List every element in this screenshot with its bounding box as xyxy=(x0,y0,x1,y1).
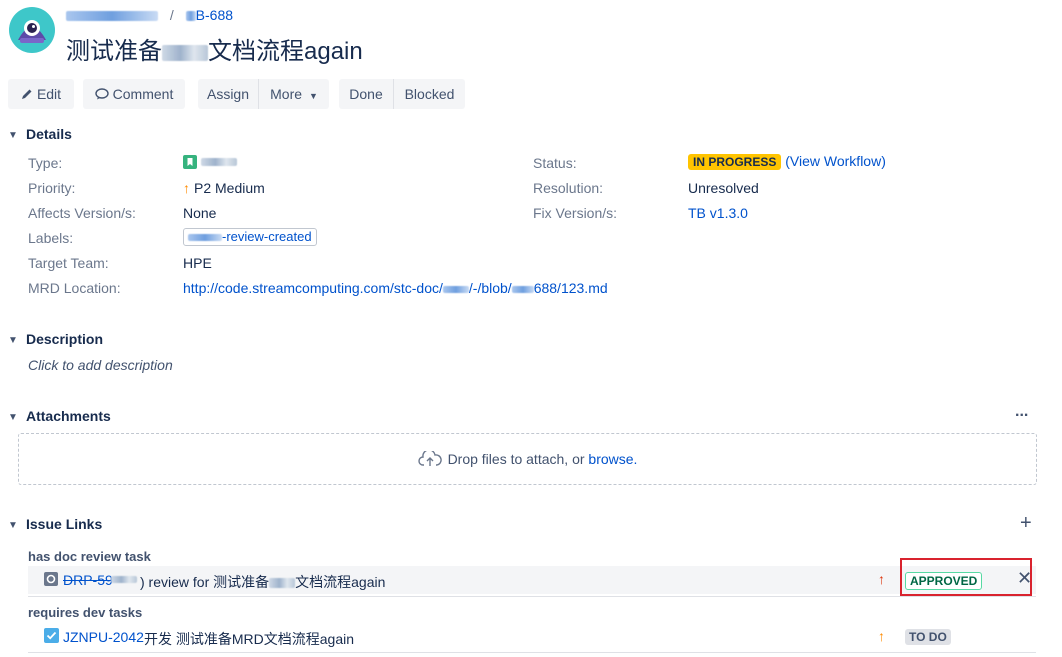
label-tag-text: -review-created xyxy=(222,229,312,244)
priority-medium-icon: ↑ xyxy=(878,628,885,644)
fix-version-link[interactable]: TB v1.3.0 xyxy=(688,205,748,221)
status-value: IN PROGRESS (View Workflow) xyxy=(688,153,886,170)
summary-suffix: 文档流程again xyxy=(208,38,363,65)
details-section-toggle[interactable]: ▼ Details xyxy=(8,126,72,142)
details-heading: Details xyxy=(26,126,72,142)
bookmark-icon xyxy=(183,155,197,170)
issue-links-section-toggle[interactable]: ▼ Issue Links xyxy=(8,516,102,532)
issue-links-heading: Issue Links xyxy=(26,516,103,532)
resolution-label: Resolution: xyxy=(533,180,604,196)
type-value[interactable] xyxy=(183,153,237,170)
target-team-value[interactable]: HPE xyxy=(183,255,212,271)
summary-prefix: 测试准备 xyxy=(66,38,162,65)
subtask-icon xyxy=(44,572,58,586)
mrd-location-link[interactable]: http://code.streamcomputing.com/stc-doc/… xyxy=(183,280,608,296)
linked-title-redacted xyxy=(111,576,137,583)
linked-issue-title[interactable]: ) review for 测试准备 文档流程again xyxy=(140,572,385,592)
cloud-upload-icon xyxy=(417,449,442,470)
pencil-icon xyxy=(21,80,33,110)
type-name-redacted xyxy=(201,158,237,167)
attachments-more-button[interactable]: ... xyxy=(1015,403,1028,421)
linked-title-part: ) review for 测试准备 xyxy=(140,574,270,590)
done-label: Done xyxy=(349,86,383,102)
drop-text-row: Drop files to attach, or browse. xyxy=(19,449,1036,470)
breadcrumb: / B-688 xyxy=(66,7,233,23)
chevron-down-icon: ▼ xyxy=(8,411,18,423)
done-button[interactable]: Done xyxy=(339,79,393,109)
priority-high-icon: ↑ xyxy=(878,571,885,587)
mrd-url-redacted xyxy=(511,285,534,293)
issue-key-blur xyxy=(185,11,196,22)
project-avatar[interactable] xyxy=(8,6,56,54)
mrd-url-part: /-/blob/ xyxy=(468,280,512,296)
issue-link-row[interactable]: JZNPU-2042 开发 测试准备MRD文档流程again ↑ TO DO xyxy=(28,623,1036,651)
row-divider xyxy=(28,652,1036,653)
chevron-down-icon: ▼ xyxy=(308,91,318,101)
description-heading: Description xyxy=(26,331,104,347)
linked-issue-title[interactable]: 开发 测试准备MRD文档流程again xyxy=(144,629,354,649)
assign-label: Assign xyxy=(206,86,250,102)
labels-label: Labels: xyxy=(28,230,74,246)
todo-status-badge: TO DO xyxy=(905,629,951,645)
mrd-url-redacted xyxy=(442,285,469,293)
affects-version-label: Affects Version/s: xyxy=(28,205,136,221)
linked-title-redacted xyxy=(269,578,296,589)
affects-version-value[interactable]: None xyxy=(183,205,216,221)
highlight-annotation-box xyxy=(900,558,1032,596)
arrow-up-icon: ↑ xyxy=(183,180,190,196)
drop-files-text: Drop files to attach, or xyxy=(447,451,585,468)
issue-summary[interactable]: 测试准备 文档流程again xyxy=(66,31,363,66)
attachment-dropzone[interactable]: Drop files to attach, or browse. xyxy=(18,433,1037,485)
issue-key-link[interactable]: B-688 xyxy=(196,7,233,23)
breadcrumb-separator: / xyxy=(169,7,174,23)
chevron-down-icon: ▼ xyxy=(8,129,18,141)
blocked-button[interactable]: Blocked xyxy=(394,79,465,109)
edit-label: Edit xyxy=(36,86,62,102)
comment-label: Comment xyxy=(112,86,174,102)
checkbox-task-icon xyxy=(44,628,59,643)
linked-issue-key[interactable]: DRP-59 xyxy=(63,572,113,588)
edit-button[interactable]: Edit xyxy=(8,79,74,109)
add-link-button[interactable]: + xyxy=(1020,512,1032,535)
mrd-url-part: http://code.streamcomputing.com/stc-doc/ xyxy=(183,280,443,296)
description-placeholder[interactable]: Click to add description xyxy=(28,357,173,373)
comment-icon xyxy=(94,80,109,110)
assign-button[interactable]: Assign xyxy=(198,79,258,109)
label-tag[interactable]: -review-created xyxy=(183,228,317,246)
priority-label: Priority: xyxy=(28,180,76,196)
status-badge: IN PROGRESS xyxy=(688,154,782,170)
row-divider xyxy=(28,596,1036,597)
view-workflow-link[interactable]: (View Workflow) xyxy=(785,153,886,169)
chevron-down-icon: ▼ xyxy=(8,334,18,346)
blocked-label: Blocked xyxy=(404,86,455,102)
attachments-heading: Attachments xyxy=(26,408,111,424)
link-relation-heading: requires dev tasks xyxy=(28,605,143,620)
linked-issue-key[interactable]: JZNPU-2042 xyxy=(63,629,144,645)
issue-link-row[interactable]: DRP-59 ) review for 测试准备 文档流程again ↑ APPR… xyxy=(28,566,1036,594)
comment-button[interactable]: Comment xyxy=(83,79,185,109)
browse-link[interactable]: browse. xyxy=(588,451,637,467)
target-team-label: Target Team: xyxy=(28,255,109,271)
description-section-toggle[interactable]: ▼ Description xyxy=(8,331,103,347)
label-redacted xyxy=(188,234,222,242)
priority-value[interactable]: ↑ P2 Medium xyxy=(183,180,265,196)
fix-version-label: Fix Version/s: xyxy=(533,205,618,221)
summary-redacted xyxy=(162,44,208,61)
chevron-down-icon: ▼ xyxy=(8,519,18,531)
project-name-link[interactable] xyxy=(66,11,158,22)
link-relation-heading: has doc review task xyxy=(28,549,151,564)
more-button[interactable]: More ▼ xyxy=(259,79,329,109)
attachments-section-toggle[interactable]: ▼ Attachments xyxy=(8,408,111,424)
labels-value[interactable]: -review-created xyxy=(183,228,317,246)
priority-text: P2 Medium xyxy=(194,180,265,196)
mrd-url-part: 688/123.md xyxy=(533,280,608,296)
more-label: More xyxy=(270,86,303,102)
mrd-location-label: MRD Location: xyxy=(28,280,121,296)
resolution-value: Unresolved xyxy=(688,180,759,196)
type-label: Type: xyxy=(28,155,63,171)
linked-title-part: 文档流程again xyxy=(295,574,386,590)
status-label: Status: xyxy=(533,155,577,171)
